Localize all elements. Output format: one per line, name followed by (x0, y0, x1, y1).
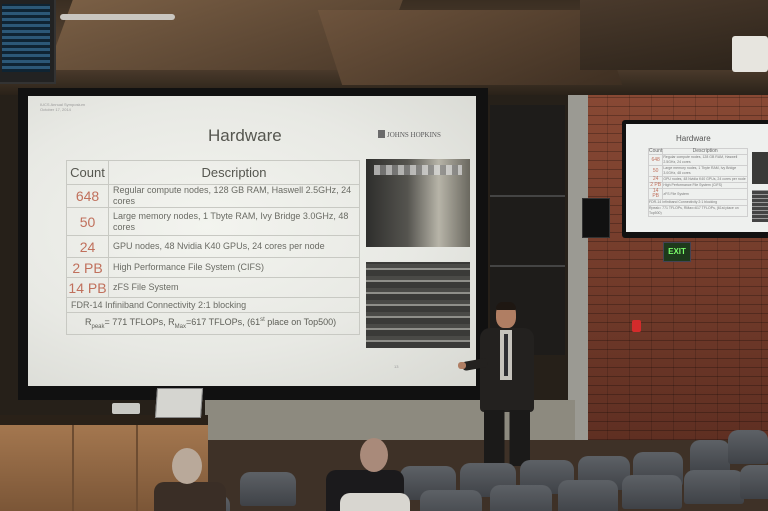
university-logo: JOHNS HOPKINS (378, 130, 441, 139)
slide-title: Hardware (208, 126, 282, 145)
ceiling (0, 0, 768, 95)
tv-row-count: 648 (647, 154, 664, 166)
slide-page-number: 13 (394, 364, 399, 369)
rmax-value: =617 TFLOPs, (61 (185, 317, 261, 328)
row-description: Regular compute nodes, 128 GB RAM, Haswe… (108, 184, 360, 208)
tv-row-description: Large memory nodes, 1 Tbyte RAM, Ivy Bri… (662, 165, 748, 177)
tv-table-row: 648 Regular compute nodes, 128 GB RAM, H… (647, 154, 748, 166)
table-row: 14 PB zFS File System (66, 277, 360, 298)
tv-slide-title: Hardware (676, 134, 711, 143)
row-description: Large memory nodes, 1 Tbyte RAM, Ivy Bri… (108, 207, 360, 236)
rpeak-value: = 771 TFLOPs, R (104, 317, 175, 328)
wall-tv: Hardware Count Description 648 Regular c… (622, 120, 768, 238)
tv-table-row: 24 GPU nodes, 48 Nvidia K40 GPUs, 24 cor… (647, 176, 748, 183)
auditorium-seat (340, 493, 410, 511)
presenter-tie (504, 334, 508, 376)
tv-row-count: 14 PB (647, 188, 664, 200)
podium-panel-line (72, 425, 74, 511)
table-row: Rpeak= 771 TFLOPs, RMax=617 TFLOPs, (61s… (66, 312, 360, 335)
table-row: 50 Large memory nodes, 1 Tbyte RAM, Ivy … (66, 207, 360, 236)
auditorium-seat (622, 475, 682, 509)
row-count: 2 PB (66, 257, 109, 278)
row-count: 648 (66, 184, 109, 208)
tv-table-row: 14 PB zFS File System (647, 188, 748, 200)
table-row: FDR-14 Infiniband Connectivity 2:1 block… (66, 297, 360, 313)
projector-icon (732, 36, 768, 72)
projection-screen: IUCS Annual Symposium October 17, 2014 H… (28, 96, 476, 386)
hardware-table: Count Description 648 Regular compute no… (66, 160, 360, 335)
audience-member (154, 482, 226, 511)
table-row: 2 PB High Performance File System (CIFS) (66, 257, 360, 278)
table-row: 24 GPU nodes, 48 Nvidia K40 GPUs, 24 cor… (66, 235, 360, 258)
corner-monitor-screen (2, 4, 50, 72)
auditorium-seat (728, 430, 768, 464)
tv-table-row: Rpeak= 771 TFLOPs, RMax=617 TFLOPs, (61s… (648, 205, 748, 217)
auditorium-seat (684, 470, 744, 504)
row-count: 24 (66, 235, 109, 258)
presenter-legs (484, 410, 530, 466)
tv-row-description: Regular compute nodes, 128 GB RAM, Haswe… (662, 154, 748, 166)
exit-sign: EXIT (663, 242, 691, 262)
row-count: 14 PB (66, 277, 109, 298)
audience-member-head (172, 448, 202, 484)
slide-event-header: IUCS Annual Symposium October 17, 2014 (40, 102, 85, 112)
presenter (458, 302, 542, 466)
auditorium-seat (490, 485, 552, 511)
tv-row-count: 50 (647, 165, 664, 177)
auditorium-seat (740, 465, 768, 499)
datacenter-photo (366, 159, 470, 247)
rmax-subscript: Max (174, 323, 186, 330)
interconnect-row: FDR-14 Infiniband Connectivity 2:1 block… (66, 297, 360, 313)
tv-row-description: zFS File System (662, 188, 748, 200)
performance-row: Rpeak= 771 TFLOPs, RMax=617 TFLOPs, (61s… (66, 312, 360, 335)
auditorium-seat (690, 440, 730, 474)
tv-rack-photo (752, 190, 768, 222)
rpeak-subscript: peak (91, 323, 105, 330)
rank-text: place on Top500) (264, 317, 337, 328)
count-header: Count (66, 160, 109, 185)
wall-tv-screen: Hardware Count Description 648 Regular c… (626, 124, 768, 232)
tv-count-header: Count (647, 148, 664, 155)
podium-panel-line (136, 425, 138, 511)
description-header: Description (108, 160, 360, 185)
wall-speaker (582, 198, 610, 238)
tv-row-description: GPU nodes, 48 Nvidia K40 GPUs, 24 cores … (662, 176, 748, 183)
fire-alarm-icon (632, 320, 641, 332)
tv-datacenter-photo (752, 152, 768, 184)
auditorium-seat (420, 490, 482, 511)
row-description: High Performance File System (CIFS) (108, 257, 360, 278)
row-description: zFS File System (108, 277, 360, 298)
tv-hardware-table: Count Description 648 Regular compute no… (647, 148, 748, 217)
laptop (154, 388, 204, 418)
ceiling-pipe (60, 14, 175, 20)
audience-member-head (360, 438, 388, 472)
server-rack-photo (366, 262, 470, 348)
tv-performance-row: Rpeak= 771 TFLOPs, RMax=617 TFLOPs, (61s… (648, 205, 748, 217)
auditorium-seat (240, 472, 296, 506)
corner-monitor (0, 0, 56, 84)
row-count: 50 (66, 207, 109, 236)
auditorium-photo: EXIT IUCS Annual Symposium October 17, 2… (0, 0, 768, 511)
tv-table-row: 50 Large memory nodes, 1 Tbyte RAM, Ivy … (647, 165, 748, 177)
podium-device (112, 403, 140, 414)
ceiling-panel (317, 10, 623, 85)
auditorium-seat (558, 480, 618, 511)
row-description: GPU nodes, 48 Nvidia K40 GPUs, 24 cores … (108, 235, 360, 258)
table-row: 648 Regular compute nodes, 128 GB RAM, H… (66, 184, 360, 208)
presenter-hand (458, 362, 466, 369)
presenter-hair (496, 302, 516, 310)
support-column (568, 85, 588, 445)
